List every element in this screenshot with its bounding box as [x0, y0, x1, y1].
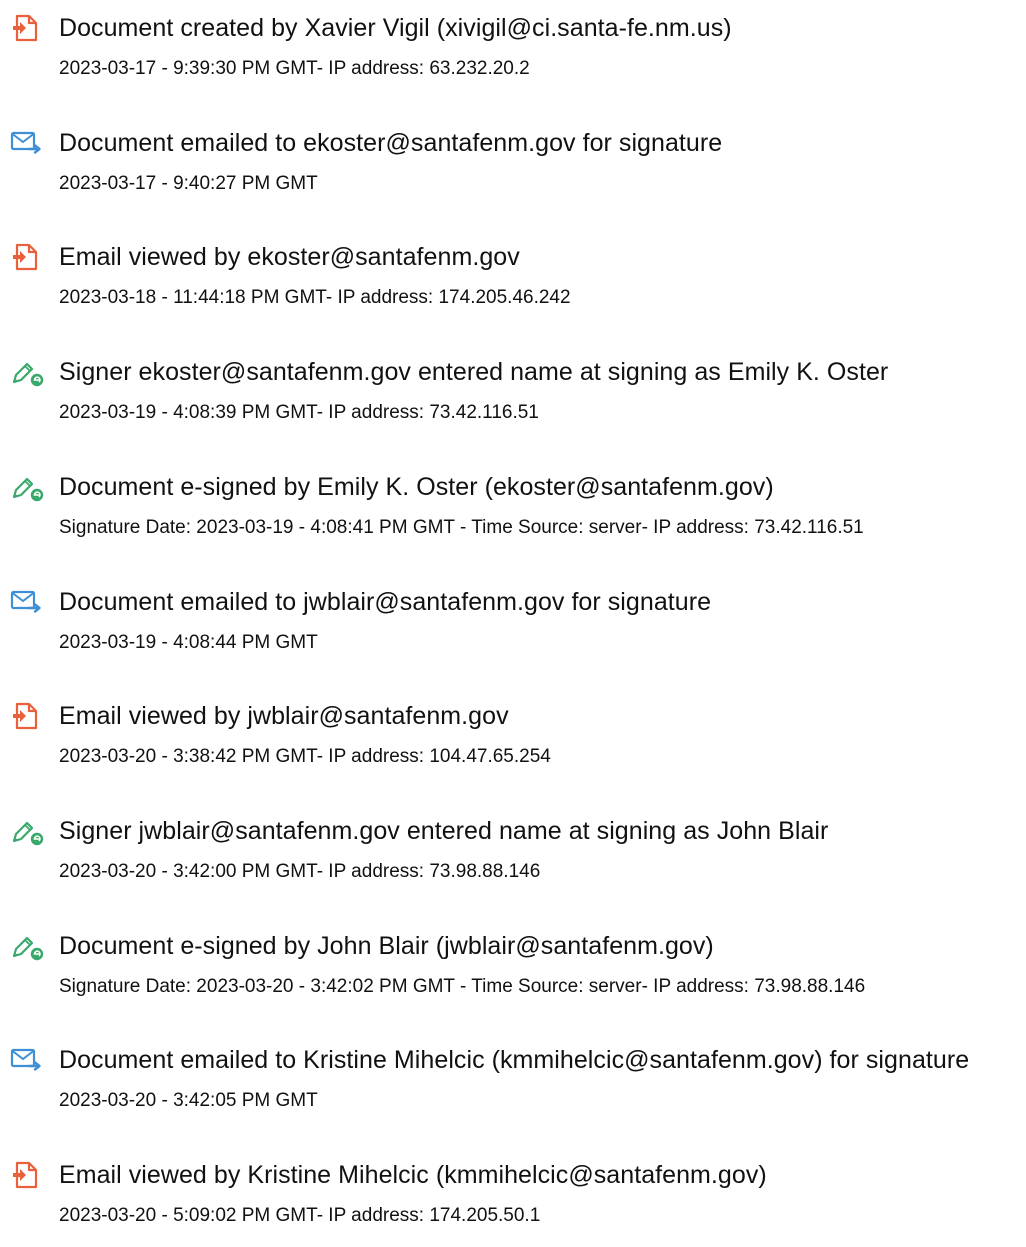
email-sent-icon [10, 128, 44, 158]
event-text: Email viewed by jwblair@santafenm.gov [59, 702, 509, 730]
signature-pen-icon [10, 816, 44, 846]
event-detail: 2023-03-17 - 9:39:30 PM GMT- IP address:… [59, 58, 530, 79]
event-text: Signer ekoster@santafenm.gov entered nam… [59, 358, 889, 386]
event-detail: 2023-03-19 - 4:08:44 PM GMT [59, 632, 318, 653]
event-detail: 2023-03-20 - 3:42:05 PM GMT [59, 1090, 318, 1111]
log-entry: Document e-signed by Emily K. Oster (eko… [0, 459, 1026, 559]
signature-pen-icon [10, 931, 44, 961]
event-detail: 2023-03-20 - 3:38:42 PM GMT- IP address:… [59, 746, 551, 767]
email-sent-icon [10, 1045, 44, 1075]
event-text: Document created by Xavier Vigil (xivigi… [59, 14, 732, 42]
log-entry: Email viewed by Kristine Mihelcic (kmmih… [0, 1147, 1026, 1247]
log-entry: Document emailed to Kristine Mihelcic (k… [0, 1032, 1026, 1132]
event-detail: 2023-03-18 - 11:44:18 PM GMT- IP address… [59, 287, 571, 308]
signature-pen-icon [10, 472, 44, 502]
log-entry: Document emailed to jwblair@santafenm.go… [0, 574, 1026, 674]
event-detail: 2023-03-20 - 5:09:02 PM GMT- IP address:… [59, 1205, 541, 1226]
log-entry: Email viewed by jwblair@santafenm.gov 20… [0, 688, 1026, 788]
log-entry: Document emailed to ekoster@santafenm.go… [0, 115, 1026, 215]
event-detail: 2023-03-17 - 9:40:27 PM GMT [59, 173, 318, 194]
signature-pen-icon [10, 357, 44, 387]
log-entry: Document e-signed by John Blair (jwblair… [0, 918, 1026, 1018]
event-text: Email viewed by ekoster@santafenm.gov [59, 243, 520, 271]
event-text: Document emailed to ekoster@santafenm.go… [59, 129, 723, 157]
event-detail: 2023-03-20 - 3:42:00 PM GMT- IP address:… [59, 861, 541, 882]
log-entry: Email viewed by ekoster@santafenm.gov 20… [0, 229, 1026, 329]
email-sent-icon [10, 587, 44, 617]
log-entry: Signer jwblair@santafenm.gov entered nam… [0, 803, 1026, 903]
document-icon [10, 242, 44, 272]
event-detail: Signature Date: 2023-03-19 - 4:08:41 PM … [59, 517, 864, 538]
event-text: Document emailed to Kristine Mihelcic (k… [59, 1046, 970, 1074]
event-text: Document e-signed by John Blair (jwblair… [59, 932, 714, 960]
event-text: Email viewed by Kristine Mihelcic (kmmih… [59, 1161, 767, 1189]
event-text: Signer jwblair@santafenm.gov entered nam… [59, 817, 829, 845]
event-detail: Signature Date: 2023-03-20 - 3:42:02 PM … [59, 976, 866, 997]
document-icon [10, 1160, 44, 1190]
event-text: Document emailed to jwblair@santafenm.go… [59, 588, 712, 616]
event-text: Document e-signed by Emily K. Oster (eko… [59, 473, 774, 501]
event-detail: 2023-03-19 - 4:08:39 PM GMT- IP address:… [59, 402, 539, 423]
log-entry: Document created by Xavier Vigil (xivigi… [0, 0, 1026, 100]
document-icon [10, 701, 44, 731]
document-icon [10, 13, 44, 43]
log-entry: Signer ekoster@santafenm.gov entered nam… [0, 344, 1026, 444]
